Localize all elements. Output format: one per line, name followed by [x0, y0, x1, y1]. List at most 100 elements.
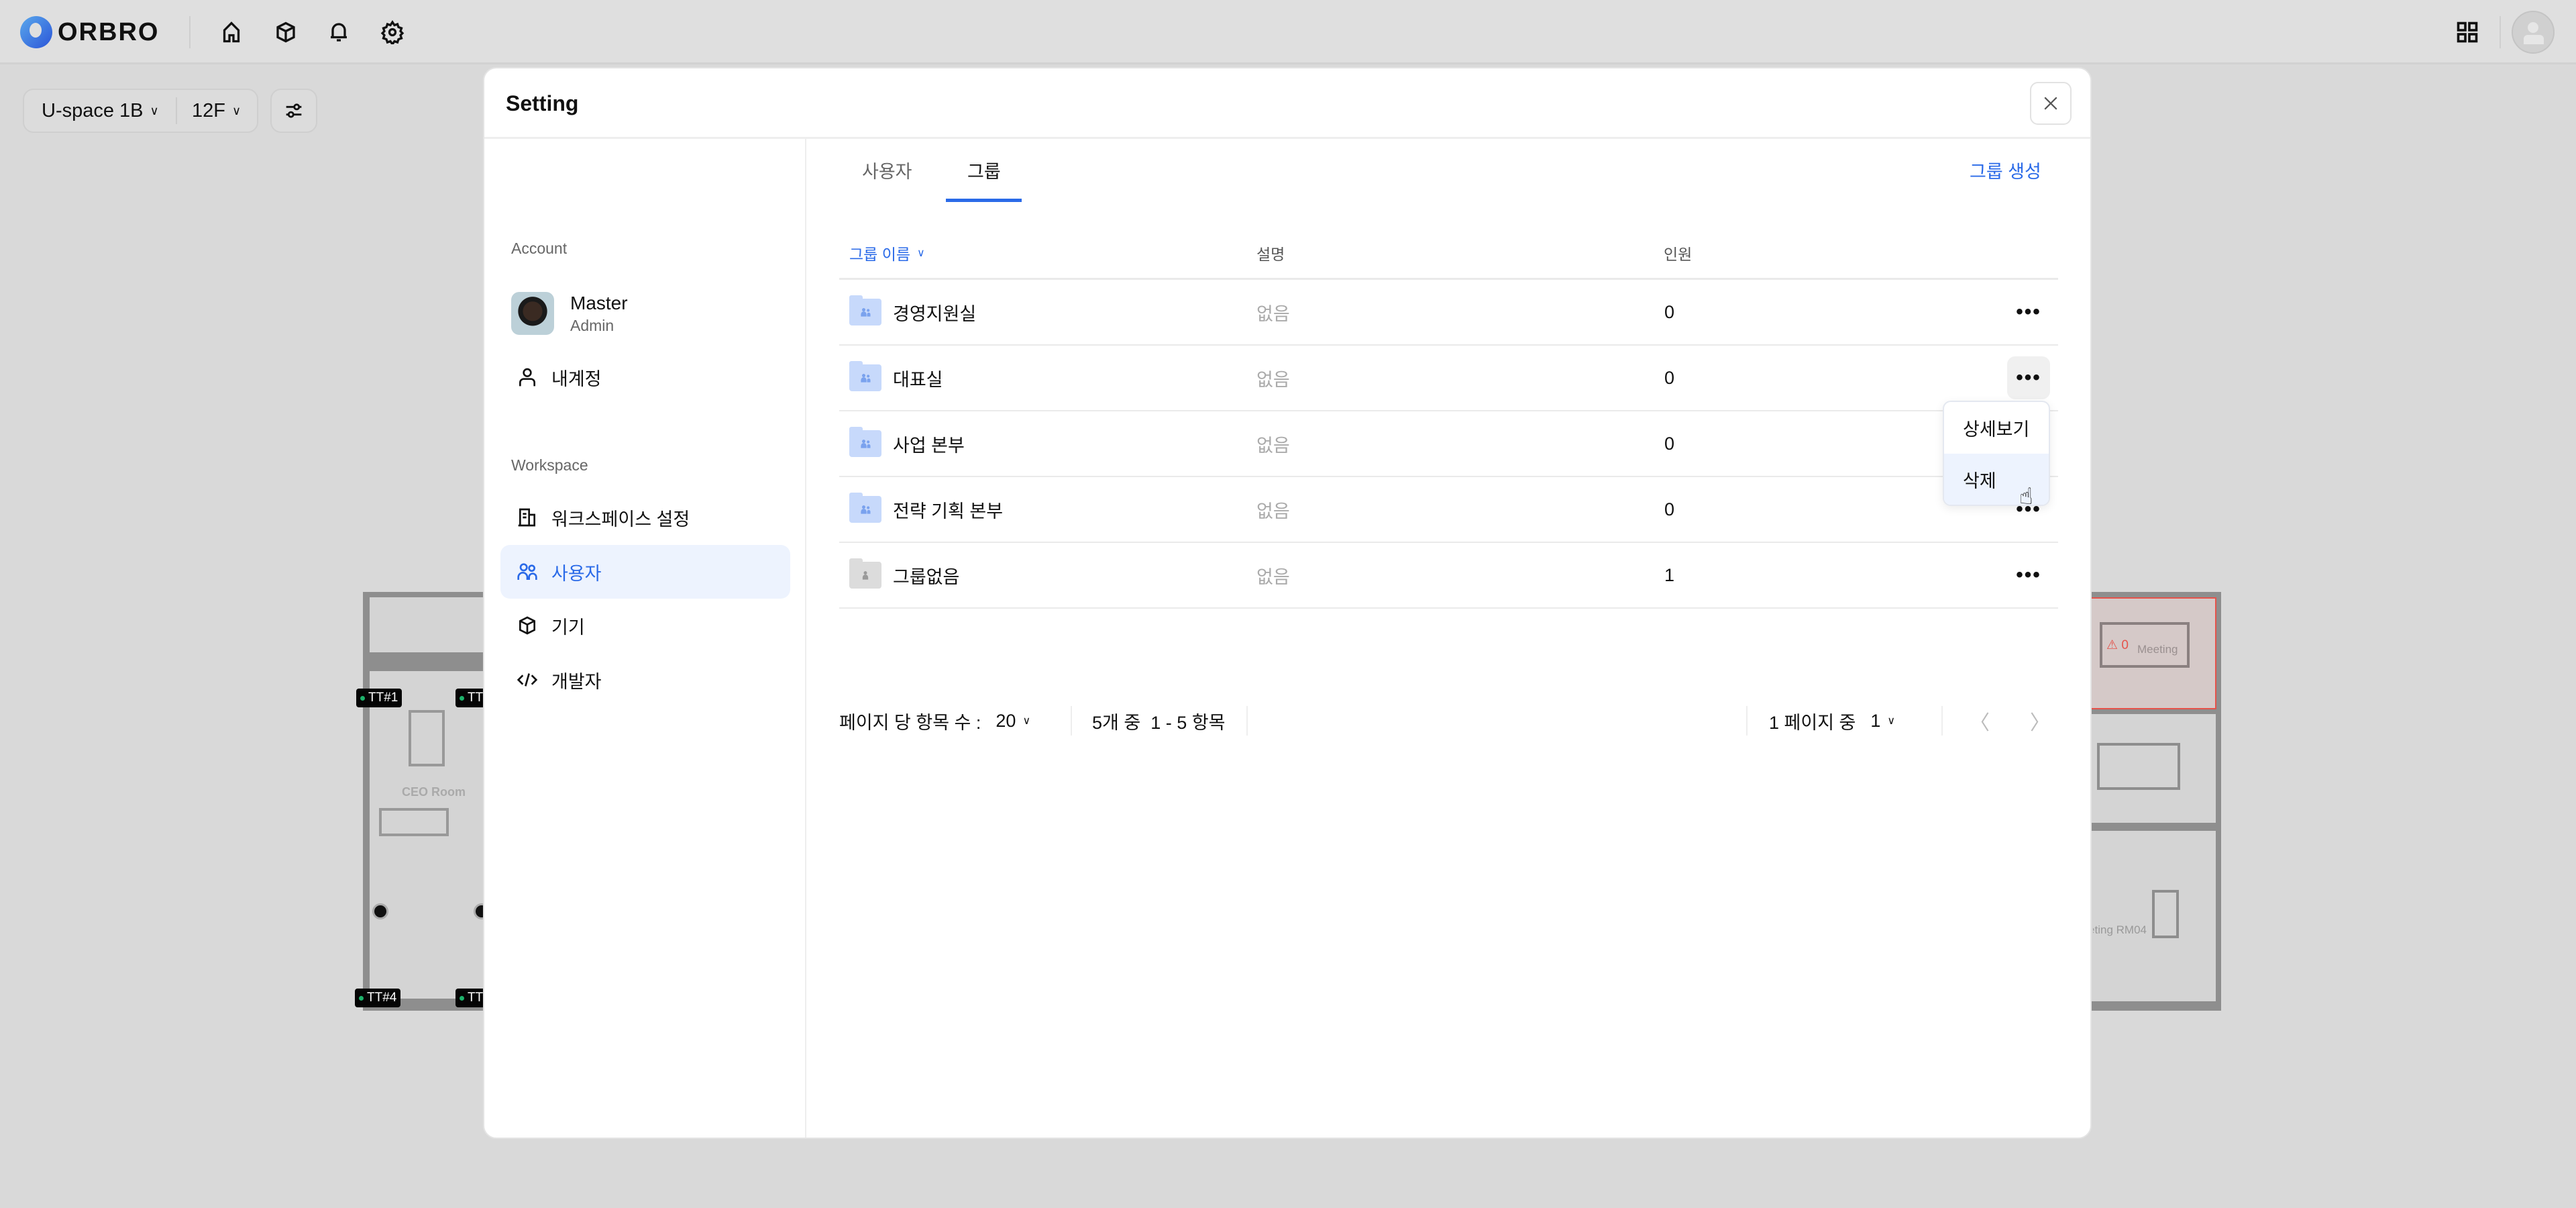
group-name: 그룹없음: [893, 566, 960, 587]
room-label: CEO Room: [402, 785, 466, 799]
users-icon: [517, 563, 537, 580]
sidebar-item-developer[interactable]: 개발자: [500, 653, 790, 707]
location-selector: U-space 1B ∨ 12F ∨: [23, 89, 258, 133]
more-options-button[interactable]: •••: [2007, 356, 2050, 399]
more-horizontal-icon: •••: [2016, 301, 2041, 323]
tab-users[interactable]: 사용자: [862, 157, 912, 183]
member-count: 0: [1664, 499, 1675, 519]
group-description: 없음: [1256, 501, 1290, 521]
item-range: 5개 중 1 - 5 항목: [1092, 712, 1226, 733]
close-button[interactable]: [2030, 82, 2072, 125]
more-options-button[interactable]: •••: [2007, 291, 2050, 334]
table-row[interactable]: 경영지원실 없음 0 •••: [839, 280, 2058, 346]
folder-group-icon: [849, 427, 881, 457]
sidebar-item-my-account[interactable]: 내계정: [500, 350, 790, 404]
chevron-down-icon: ∨: [150, 103, 159, 117]
top-bar: ORBRO: [0, 0, 2576, 64]
table-row[interactable]: 사업 본부 없음 0 •••: [839, 411, 2058, 477]
group-name: 전략 기획 본부: [893, 501, 1004, 521]
group-name: 대표실: [893, 369, 943, 390]
sidebar-item-label: 사용자: [551, 563, 602, 584]
user-name: Master: [570, 292, 628, 313]
tag-name: TT#1: [368, 691, 398, 705]
gear-icon[interactable]: [378, 17, 407, 47]
section-label-workspace: Workspace: [511, 456, 588, 474]
group-name-cell: 사업 본부: [849, 411, 965, 476]
page-dropdown[interactable]: 1 ∨: [1870, 711, 1895, 732]
brand-name: ORBRO: [58, 17, 160, 46]
member-count: 1: [1664, 564, 1675, 585]
group-name: 경영지원실: [893, 303, 977, 324]
sidebar-item-label: 워크스페이스 설정: [551, 509, 690, 530]
group-name-cell: 경영지원실: [849, 280, 976, 344]
sidebar-item-users[interactable]: 사용자: [500, 545, 790, 599]
page-value: 1: [1870, 710, 1881, 731]
per-page-value: 20: [996, 710, 1016, 731]
chevron-down-icon: ∨: [1022, 715, 1031, 727]
floor-dropdown[interactable]: 12F ∨: [177, 100, 241, 122]
folder-group-icon: [849, 361, 881, 391]
create-group-button[interactable]: 그룹 생성: [1970, 157, 2041, 183]
page-selector: 1 페이지 중 1 ∨: [1769, 706, 1895, 736]
tag-name: TT#4: [367, 991, 397, 1005]
user-profile[interactable]: Master Admin: [511, 292, 628, 335]
more-horizontal-icon: •••: [2016, 366, 2041, 389]
filter-button[interactable]: [270, 89, 317, 133]
building-name: U-space 1B: [42, 99, 144, 121]
more-options-button[interactable]: •••: [2007, 554, 2050, 597]
building-icon: [518, 508, 535, 527]
brand-logo[interactable]: ORBRO: [20, 16, 159, 48]
sidebar-item-label: 기기: [551, 617, 585, 638]
chevron-down-icon: ∨: [231, 103, 241, 117]
bell-icon[interactable]: [324, 17, 354, 47]
tag-label[interactable]: TT#4: [355, 989, 401, 1007]
group-description: 없음: [1256, 435, 1290, 456]
user-avatar[interactable]: [2512, 11, 2555, 54]
folder-group-icon: [849, 295, 881, 325]
divider: [1071, 706, 1072, 736]
tab-groups[interactable]: 그룹: [967, 157, 1001, 183]
sidebar-item-devices[interactable]: 기기: [500, 599, 790, 652]
prev-page-button[interactable]: 〈: [1970, 706, 1990, 736]
page-of-label: 1 페이지 중: [1769, 712, 1856, 733]
alert-icon: ⚠ 0: [2106, 638, 2129, 652]
modal-title: Setting: [506, 91, 579, 115]
per-page-control: 페이지 당 항목 수 : 20 ∨: [839, 706, 1030, 736]
member-count: 0: [1664, 367, 1675, 388]
sensor-icon[interactable]: [372, 903, 388, 919]
chevron-down-icon: ∨: [917, 248, 925, 259]
floor-plan-right: ⚠ 0 Meeting RM03 Meeting RM04: [2080, 592, 2221, 1011]
table-row[interactable]: 대표실 없음 0 •••: [839, 346, 2058, 411]
close-icon: [2044, 97, 2057, 110]
per-page-label: 페이지 당 항목 수 :: [839, 712, 981, 733]
table-row[interactable]: 전략 기획 본부 없음 0 •••: [839, 477, 2058, 543]
active-tab-indicator: [946, 199, 1022, 202]
cube-icon: [519, 616, 535, 635]
logo-icon: [20, 16, 52, 48]
row-context-menu: 상세보기 삭제: [1943, 401, 2050, 506]
tag-label[interactable]: TT#1: [356, 689, 402, 707]
room-label: Meeting RM04: [2093, 923, 2147, 936]
sidebar-item-label: 내계정: [551, 368, 602, 389]
group-description: 없음: [1256, 303, 1290, 324]
divider: [189, 16, 191, 48]
grid-icon[interactable]: [2455, 20, 2479, 44]
sort-by-name-button[interactable]: 그룹 이름 ∨: [849, 242, 925, 264]
per-page-dropdown[interactable]: 20 ∨: [996, 711, 1030, 732]
menu-item-details[interactable]: 상세보기: [1944, 402, 2049, 454]
cube-icon[interactable]: [271, 17, 301, 47]
next-page-button[interactable]: 〉: [2030, 706, 2050, 736]
hand-cursor-icon: ☝: [2019, 484, 2033, 509]
group-name-cell: 대표실: [849, 346, 943, 410]
floor-plan-left: CEO Room: [363, 592, 497, 1011]
table-row[interactable]: 그룹없음 없음 1 •••: [839, 543, 2058, 609]
building-dropdown[interactable]: U-space 1B ∨: [24, 100, 176, 122]
home-icon[interactable]: [217, 17, 246, 47]
member-count: 0: [1664, 433, 1675, 454]
person-icon: [519, 368, 535, 387]
column-header-name: 그룹 이름: [849, 246, 911, 263]
group-name: 사업 본부: [893, 435, 965, 456]
sidebar-item-workspace-settings[interactable]: 워크스페이스 설정: [500, 491, 790, 544]
code-icon: [517, 673, 538, 687]
modal-header: Setting: [484, 68, 2090, 139]
